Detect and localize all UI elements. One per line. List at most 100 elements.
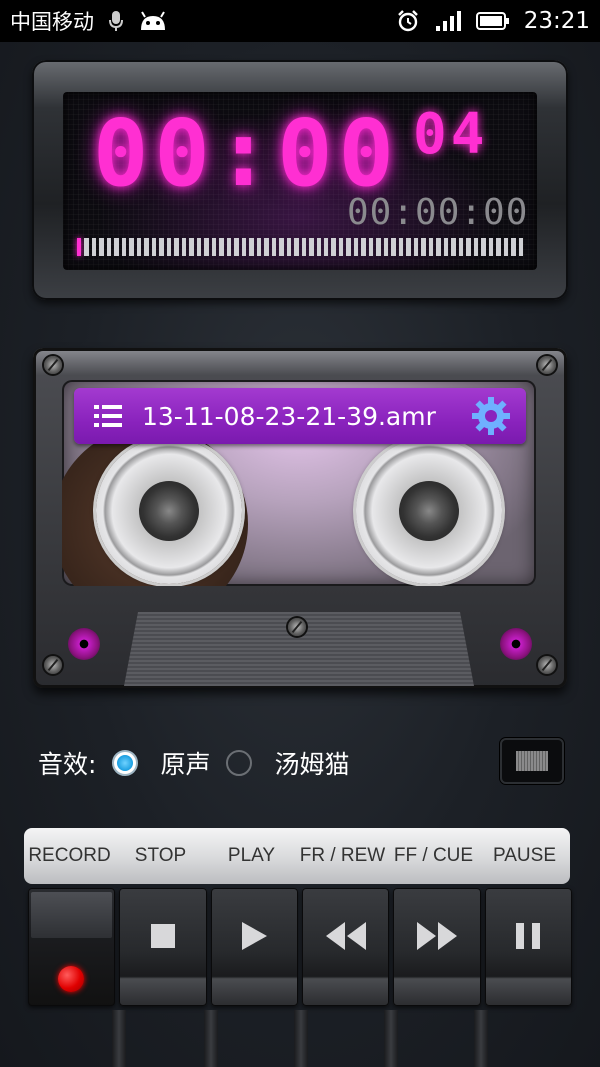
level-tick [286, 238, 292, 256]
status-bar: 中国移动 23:21 [0, 0, 600, 42]
level-tick [294, 238, 299, 256]
level-tick [518, 238, 524, 256]
level-tick [166, 238, 172, 256]
level-tick [316, 238, 321, 256]
level-tick [181, 238, 187, 256]
radio-original[interactable] [112, 750, 139, 776]
level-tick [436, 238, 441, 256]
level-tick [219, 238, 224, 256]
level-tick [144, 238, 149, 256]
level-tick [421, 238, 426, 256]
level-tick [249, 238, 254, 256]
level-tick [136, 238, 142, 256]
level-tick [99, 238, 104, 256]
option-original-label: 原声 [160, 750, 211, 779]
level-tick [398, 238, 404, 256]
battery-icon [475, 11, 510, 31]
level-tick [353, 238, 359, 256]
level-tick [481, 238, 486, 256]
level-tick [413, 238, 419, 256]
rewind-button[interactable] [301, 888, 390, 1006]
screen-toggle-button[interactable] [500, 738, 564, 784]
screw-center [288, 618, 306, 636]
elapsed-time: 00:00 [93, 100, 400, 207]
reel-right [356, 438, 502, 584]
stop-button[interactable] [119, 888, 207, 1006]
label-record: RECORD [28, 845, 111, 866]
reel-left [96, 438, 242, 584]
level-tick [159, 238, 164, 256]
level-tick [204, 238, 209, 256]
mic-icon [108, 10, 124, 32]
screw-bottom-left [44, 656, 62, 674]
sprocket-left-icon [68, 628, 100, 660]
level-tick [234, 238, 239, 256]
level-tick [189, 238, 194, 256]
level-tick [174, 238, 179, 256]
play-icon [211, 916, 298, 956]
total-time: 00:00:00 [347, 192, 529, 233]
level-tick [309, 238, 314, 256]
level-tick [114, 238, 119, 256]
transport-controls [28, 888, 572, 1006]
fast-forward-button[interactable] [393, 888, 481, 1006]
level-tick [264, 238, 269, 256]
play-button[interactable] [210, 888, 298, 1006]
level-tick [84, 238, 89, 256]
clock: 23:21 [523, 8, 590, 34]
effects-label: 音效: [38, 750, 97, 779]
level-tick [256, 238, 262, 256]
level-tick [368, 238, 374, 256]
level-tick [91, 238, 97, 256]
level-tick [129, 238, 134, 256]
level-tick [391, 238, 396, 256]
level-tick [323, 238, 329, 256]
alarm-icon [396, 9, 420, 33]
signal-icon [434, 10, 462, 32]
stop-icon [119, 916, 206, 956]
file-bar[interactable]: 13-11-08-23-21-39.amr [74, 388, 526, 444]
level-tick [361, 238, 366, 256]
elapsed-seconds: 04 [413, 102, 489, 167]
label-pause: PAUSE [492, 845, 556, 866]
label-play: PLAY [227, 845, 276, 866]
android-icon [138, 10, 168, 32]
level-tick [331, 238, 336, 256]
screw-top-left [44, 356, 62, 374]
level-meter [77, 238, 524, 256]
sprocket-right-icon [500, 628, 532, 660]
level-tick [496, 238, 501, 256]
label-rewind: FR / REW [299, 845, 386, 866]
label-stop: STOP [134, 845, 187, 866]
level-tick [226, 238, 232, 256]
level-tick [271, 238, 277, 256]
level-tick [503, 238, 509, 256]
record-button[interactable] [28, 888, 116, 1006]
level-tick [458, 238, 464, 256]
level-tick [466, 238, 471, 256]
file-name: 13-11-08-23-21-39.amr [142, 401, 436, 431]
level-tick [301, 238, 307, 256]
level-tick [451, 238, 456, 256]
timer-display: 00:00 04 00:00:00 [63, 92, 537, 270]
stand-leg [474, 1010, 488, 1067]
gear-icon[interactable] [470, 395, 512, 437]
level-tick [106, 238, 112, 256]
level-tick [241, 238, 247, 256]
level-tick [488, 238, 494, 256]
level-tick [376, 238, 381, 256]
radio-tomcat[interactable] [226, 750, 253, 776]
stand-leg [112, 1010, 126, 1067]
control-labels: RECORD STOP PLAY FR / REW FF / CUE PAUSE [24, 828, 570, 884]
fast-forward-icon [393, 916, 480, 956]
level-tick [151, 238, 157, 256]
level-tick [338, 238, 344, 256]
screw-bottom-right [538, 656, 556, 674]
level-tick [383, 238, 389, 256]
level-tick [443, 238, 449, 256]
label-fast-forward: FF / CUE [393, 845, 474, 866]
level-tick [211, 238, 217, 256]
playlist-icon[interactable] [94, 404, 124, 428]
pause-button[interactable] [484, 888, 572, 1006]
record-icon [58, 966, 84, 992]
